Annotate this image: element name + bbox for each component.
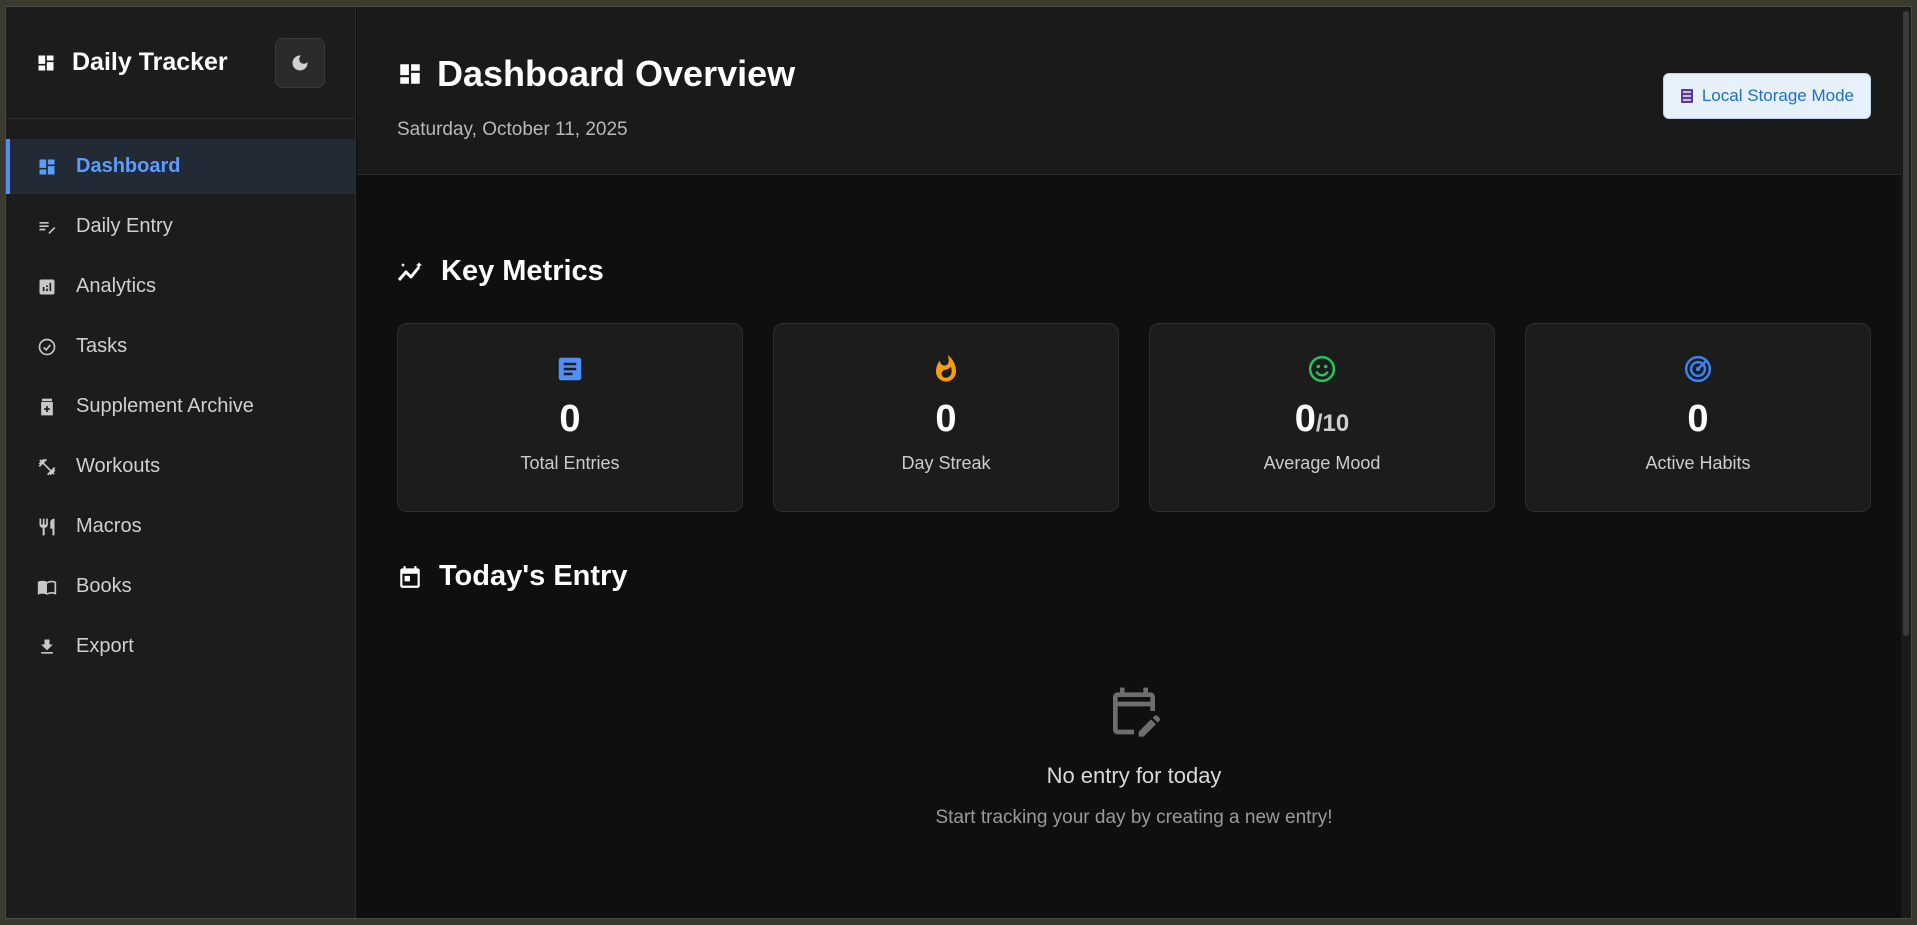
sidebar-item-tasks[interactable]: Tasks bbox=[6, 319, 355, 374]
database-icon bbox=[1680, 88, 1694, 104]
sidebar-item-macros[interactable]: Macros bbox=[6, 499, 355, 554]
today-section-header: Today's Entry bbox=[397, 560, 1871, 593]
analytics-icon bbox=[36, 276, 58, 298]
metric-card-average-mood: 0/10 Average Mood bbox=[1149, 323, 1495, 512]
sidebar-item-label: Analytics bbox=[76, 275, 157, 297]
metric-value: 0 bbox=[1687, 398, 1709, 440]
edit-notes-icon bbox=[36, 216, 58, 238]
check-circle-icon bbox=[36, 336, 58, 358]
book-icon bbox=[36, 576, 58, 598]
sidebar-item-label: Books bbox=[76, 575, 132, 597]
metric-card-day-streak: 0 Day Streak bbox=[773, 323, 1119, 512]
download-icon bbox=[36, 636, 58, 658]
metric-card-total-entries: 0 Total Entries bbox=[397, 323, 743, 512]
fitness-icon bbox=[36, 456, 58, 478]
metrics-cards: 0 Total Entries 0 Day Streak 0/10 Averag… bbox=[397, 323, 1871, 512]
page-header: Dashboard Overview Saturday, October 11,… bbox=[357, 7, 1911, 175]
sidebar-item-dashboard[interactable]: Dashboard bbox=[6, 139, 355, 194]
sidebar-item-daily-entry[interactable]: Daily Entry bbox=[6, 199, 355, 254]
metric-label: Total Entries bbox=[520, 453, 620, 473]
sidebar-item-analytics[interactable]: Analytics bbox=[6, 259, 355, 314]
target-icon bbox=[1681, 352, 1715, 386]
metric-value: 0/10 bbox=[1294, 398, 1350, 440]
sidebar-item-label: Supplement Archive bbox=[76, 395, 254, 417]
sidebar-item-supplement-archive[interactable]: Supplement Archive bbox=[6, 379, 355, 434]
storage-mode-button[interactable]: Local Storage Mode bbox=[1662, 73, 1871, 119]
article-icon bbox=[553, 352, 587, 386]
metric-value: 0 bbox=[559, 398, 581, 440]
page-title-row: Dashboard Overview bbox=[397, 53, 795, 95]
sidebar-item-books[interactable]: Books bbox=[6, 559, 355, 614]
metric-label: Average Mood bbox=[1263, 453, 1381, 473]
scrollbar-thumb[interactable] bbox=[1903, 11, 1909, 636]
metric-label: Active Habits bbox=[1645, 453, 1751, 473]
edit-calendar-icon bbox=[1106, 683, 1162, 739]
dashboard-icon bbox=[36, 156, 58, 178]
metric-value: 0 bbox=[935, 398, 957, 440]
metric-card-active-habits: 0 Active Habits bbox=[1525, 323, 1871, 512]
storage-mode-label: Local Storage Mode bbox=[1701, 86, 1854, 105]
moon-icon bbox=[290, 53, 310, 73]
empty-state-subtitle: Start tracking your day by creating a ne… bbox=[935, 807, 1333, 828]
metrics-section-header: Key Metrics bbox=[397, 255, 1871, 288]
sidebar-item-label: Workouts bbox=[76, 455, 161, 477]
medication-icon bbox=[36, 396, 58, 418]
sidebar-item-label: Daily Entry bbox=[76, 215, 173, 237]
app-title: Daily Tracker bbox=[72, 48, 228, 76]
empty-state: No entry for today Start tracking your d… bbox=[397, 683, 1871, 829]
sidebar-item-label: Export bbox=[76, 635, 134, 657]
calendar-icon bbox=[397, 564, 423, 590]
trending-icon bbox=[397, 260, 425, 284]
dashboard-body: Key Metrics 0 Total Entries 0 Day Streak bbox=[397, 175, 1871, 829]
fire-icon bbox=[929, 352, 963, 386]
empty-state-title: No entry for today bbox=[1046, 763, 1222, 788]
main-content: Dashboard Overview Saturday, October 11,… bbox=[357, 7, 1911, 918]
sidebar-nav: Dashboard Daily Entry Analytics Tasks Su… bbox=[6, 119, 355, 674]
dashboard-icon bbox=[397, 61, 423, 87]
sidebar-item-label: Macros bbox=[76, 515, 142, 537]
theme-toggle-button[interactable] bbox=[275, 38, 325, 88]
metrics-title: Key Metrics bbox=[441, 255, 604, 287]
sidebar-item-workouts[interactable]: Workouts bbox=[6, 439, 355, 494]
dashboard-icon bbox=[36, 53, 56, 73]
current-date: Saturday, October 11, 2025 bbox=[397, 119, 628, 140]
sidebar: Daily Tracker Dashboard Daily Entry Anal… bbox=[6, 7, 356, 918]
main-scrollbar[interactable] bbox=[1901, 7, 1911, 918]
sidebar-item-export[interactable]: Export bbox=[6, 619, 355, 674]
app-window: Daily Tracker Dashboard Daily Entry Anal… bbox=[5, 6, 1912, 919]
today-title: Today's Entry bbox=[439, 560, 628, 592]
smile-icon bbox=[1305, 352, 1339, 386]
sidebar-item-label: Dashboard bbox=[76, 155, 181, 177]
page-title: Dashboard Overview bbox=[437, 53, 796, 94]
restaurant-icon bbox=[36, 516, 58, 538]
brand: Daily Tracker bbox=[6, 7, 355, 119]
metric-label: Day Streak bbox=[901, 453, 991, 473]
sidebar-item-label: Tasks bbox=[76, 335, 128, 357]
